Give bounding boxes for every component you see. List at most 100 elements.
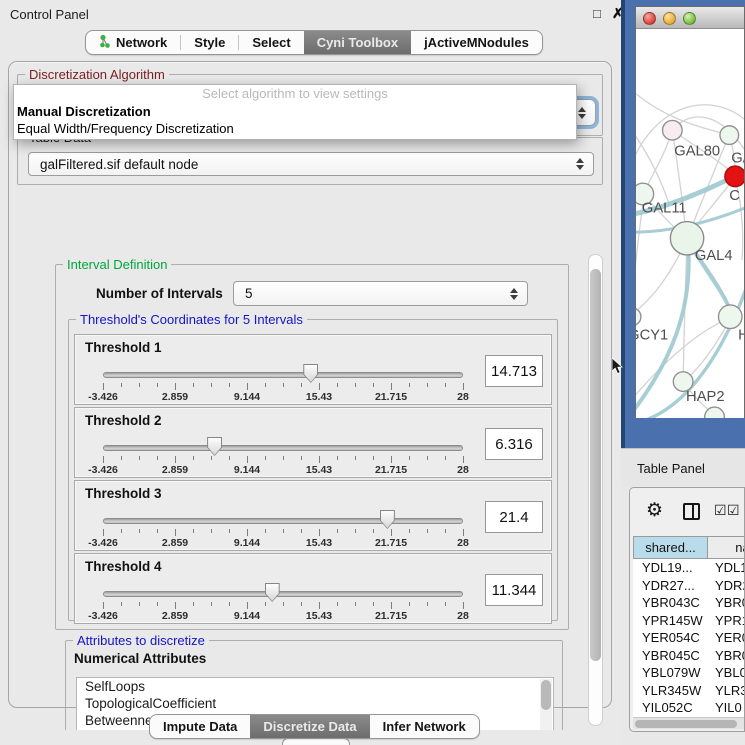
network-node-h[interactable] — [718, 305, 742, 329]
tab-network[interactable]: Network — [86, 31, 180, 54]
network-window-titlebar[interactable] — [636, 7, 744, 29]
network-canvas[interactable]: GAL80GACGAL11GAL4GCY1HHAP2 — [636, 29, 744, 418]
tab-jactivemnodules[interactable]: jActiveMNodules — [411, 31, 542, 54]
cell-shared-name: YLR345W — [633, 682, 707, 700]
threshold-slider-track[interactable] — [103, 518, 463, 524]
tick — [373, 529, 374, 533]
threshold-value-box[interactable]: 21.4 — [485, 501, 543, 533]
threshold-slider-thumb[interactable] — [265, 583, 280, 602]
cell-shared-name: YBR043C — [633, 594, 707, 612]
attributes-list-scrollbar[interactable] — [540, 679, 552, 730]
tick — [319, 602, 320, 609]
tab-cyni-toolbox[interactable]: Cyni Toolbox — [304, 31, 411, 54]
threshold-value-box[interactable]: 11.344 — [485, 574, 543, 606]
table-horizontal-scrollbar[interactable] — [633, 717, 744, 729]
threshold-slider-track[interactable] — [103, 372, 463, 378]
threshold-slider-track[interactable] — [103, 445, 463, 451]
gear-icon[interactable]: ⚙ — [646, 499, 663, 522]
table-row[interactable]: YDR27...YDR2 — [633, 577, 745, 595]
network-node-c[interactable] — [725, 166, 744, 187]
threshold-value-box[interactable]: 6.316 — [485, 428, 543, 460]
tab-style[interactable]: Style — [181, 31, 238, 54]
table-row[interactable]: YBR045CYBR0 — [633, 647, 745, 665]
threshold-value-box[interactable]: 14.713 — [485, 355, 543, 387]
tick — [121, 383, 122, 387]
dropdown-option-equal-width[interactable]: Equal Width/Frequency Discretization — [14, 120, 576, 137]
tab-impute-data[interactable]: Impute Data — [150, 715, 250, 738]
table-row[interactable]: YBL079WYBL0 — [633, 664, 745, 682]
node-label: GAL11 — [642, 201, 687, 217]
tick — [283, 529, 284, 533]
network-node-ga[interactable] — [720, 126, 739, 145]
thresholds-group: Threshold's Coordinates for 5 Intervals … — [68, 319, 558, 621]
table-toolbar: ⚙ ☑ ☑ — [630, 488, 744, 534]
table-data-combobox[interactable]: galFiltered.sif default node — [28, 152, 594, 176]
table-row[interactable]: YPR145WYPR1 — [633, 612, 745, 630]
table-row[interactable]: YIL052CYIL0 — [633, 699, 745, 717]
column-header-shared-name[interactable]: shared... — [633, 536, 708, 559]
settings-scrollbar[interactable] — [588, 254, 603, 726]
tick — [265, 456, 266, 460]
tick — [265, 602, 266, 606]
mac-minimize-button[interactable] — [663, 12, 676, 25]
tick — [319, 529, 320, 536]
table-rows: YDL19...YDL1YDR27...YDR2YBR043CYBR0YPR14… — [633, 559, 745, 717]
node-label: H — [738, 327, 744, 343]
tick — [103, 456, 104, 463]
tick — [121, 529, 122, 533]
list-item[interactable]: SelfLoops — [77, 678, 553, 695]
float-window-icon[interactable]: □ — [593, 6, 601, 21]
list-item[interactable]: TopologicalCoefficient — [77, 695, 553, 712]
tick-label: 2.859 — [162, 610, 188, 622]
tick-label: 9.144 — [234, 391, 260, 403]
dropdown-option-manual[interactable]: Manual Discretization — [14, 103, 576, 120]
tick — [391, 602, 392, 609]
tick — [463, 383, 464, 390]
table-header: shared... na — [633, 536, 745, 559]
tick — [409, 529, 410, 533]
tab-discretize-data[interactable]: Discretize Data — [250, 715, 369, 738]
threshold-slider-thumb[interactable] — [207, 437, 222, 456]
threshold-slider-track[interactable] — [103, 591, 463, 597]
tab-infer-network[interactable]: Infer Network — [370, 715, 479, 738]
cell-shared-name: YDR27... — [633, 577, 707, 595]
tick — [283, 602, 284, 606]
table-row[interactable]: YER054CYER0 — [633, 629, 745, 647]
mac-zoom-button[interactable] — [683, 12, 696, 25]
mac-close-button[interactable] — [643, 12, 656, 25]
cell-name: YBL0 — [707, 664, 745, 682]
combo-spinner-icon — [576, 158, 584, 170]
apply-button[interactable]: Apply — [282, 738, 350, 745]
table-row[interactable]: YBR043CYBR0 — [633, 594, 745, 612]
columns-icon[interactable] — [683, 503, 700, 520]
tick — [193, 456, 194, 460]
tick — [445, 383, 446, 387]
tick-label: 2.859 — [162, 464, 188, 476]
column-header-name[interactable]: na — [708, 536, 745, 559]
tick — [373, 602, 374, 606]
network-node-gal80[interactable] — [663, 120, 683, 140]
group-title: Interval Definition — [63, 257, 171, 272]
tick-label: 9.144 — [234, 464, 260, 476]
table-row[interactable]: YDL19...YDL1 — [633, 559, 745, 577]
panel-title: Control Panel — [10, 7, 89, 22]
checkbox-icon[interactable]: ☑ — [714, 502, 727, 519]
tick-label: 2.859 — [162, 537, 188, 549]
tick — [175, 456, 176, 463]
tick — [391, 529, 392, 536]
threshold-slider-thumb[interactable] — [380, 510, 395, 529]
table-row[interactable]: YLR345WYLR3 — [633, 682, 745, 700]
number-of-intervals-combobox[interactable]: 5 — [233, 281, 528, 306]
combo-spinner-icon — [510, 288, 518, 300]
node-label: C — [729, 188, 740, 204]
tick — [355, 456, 356, 460]
tick — [301, 529, 302, 533]
tick-label: -3.426 — [88, 464, 118, 476]
network-node-gcy1[interactable] — [636, 308, 641, 326]
tick — [157, 456, 158, 460]
tab-select[interactable]: Select — [239, 31, 303, 54]
threshold-slider-thumb[interactable] — [303, 364, 318, 383]
tick — [355, 529, 356, 533]
network-icon — [99, 34, 111, 52]
checkbox-icon[interactable]: ☑ — [727, 502, 740, 519]
